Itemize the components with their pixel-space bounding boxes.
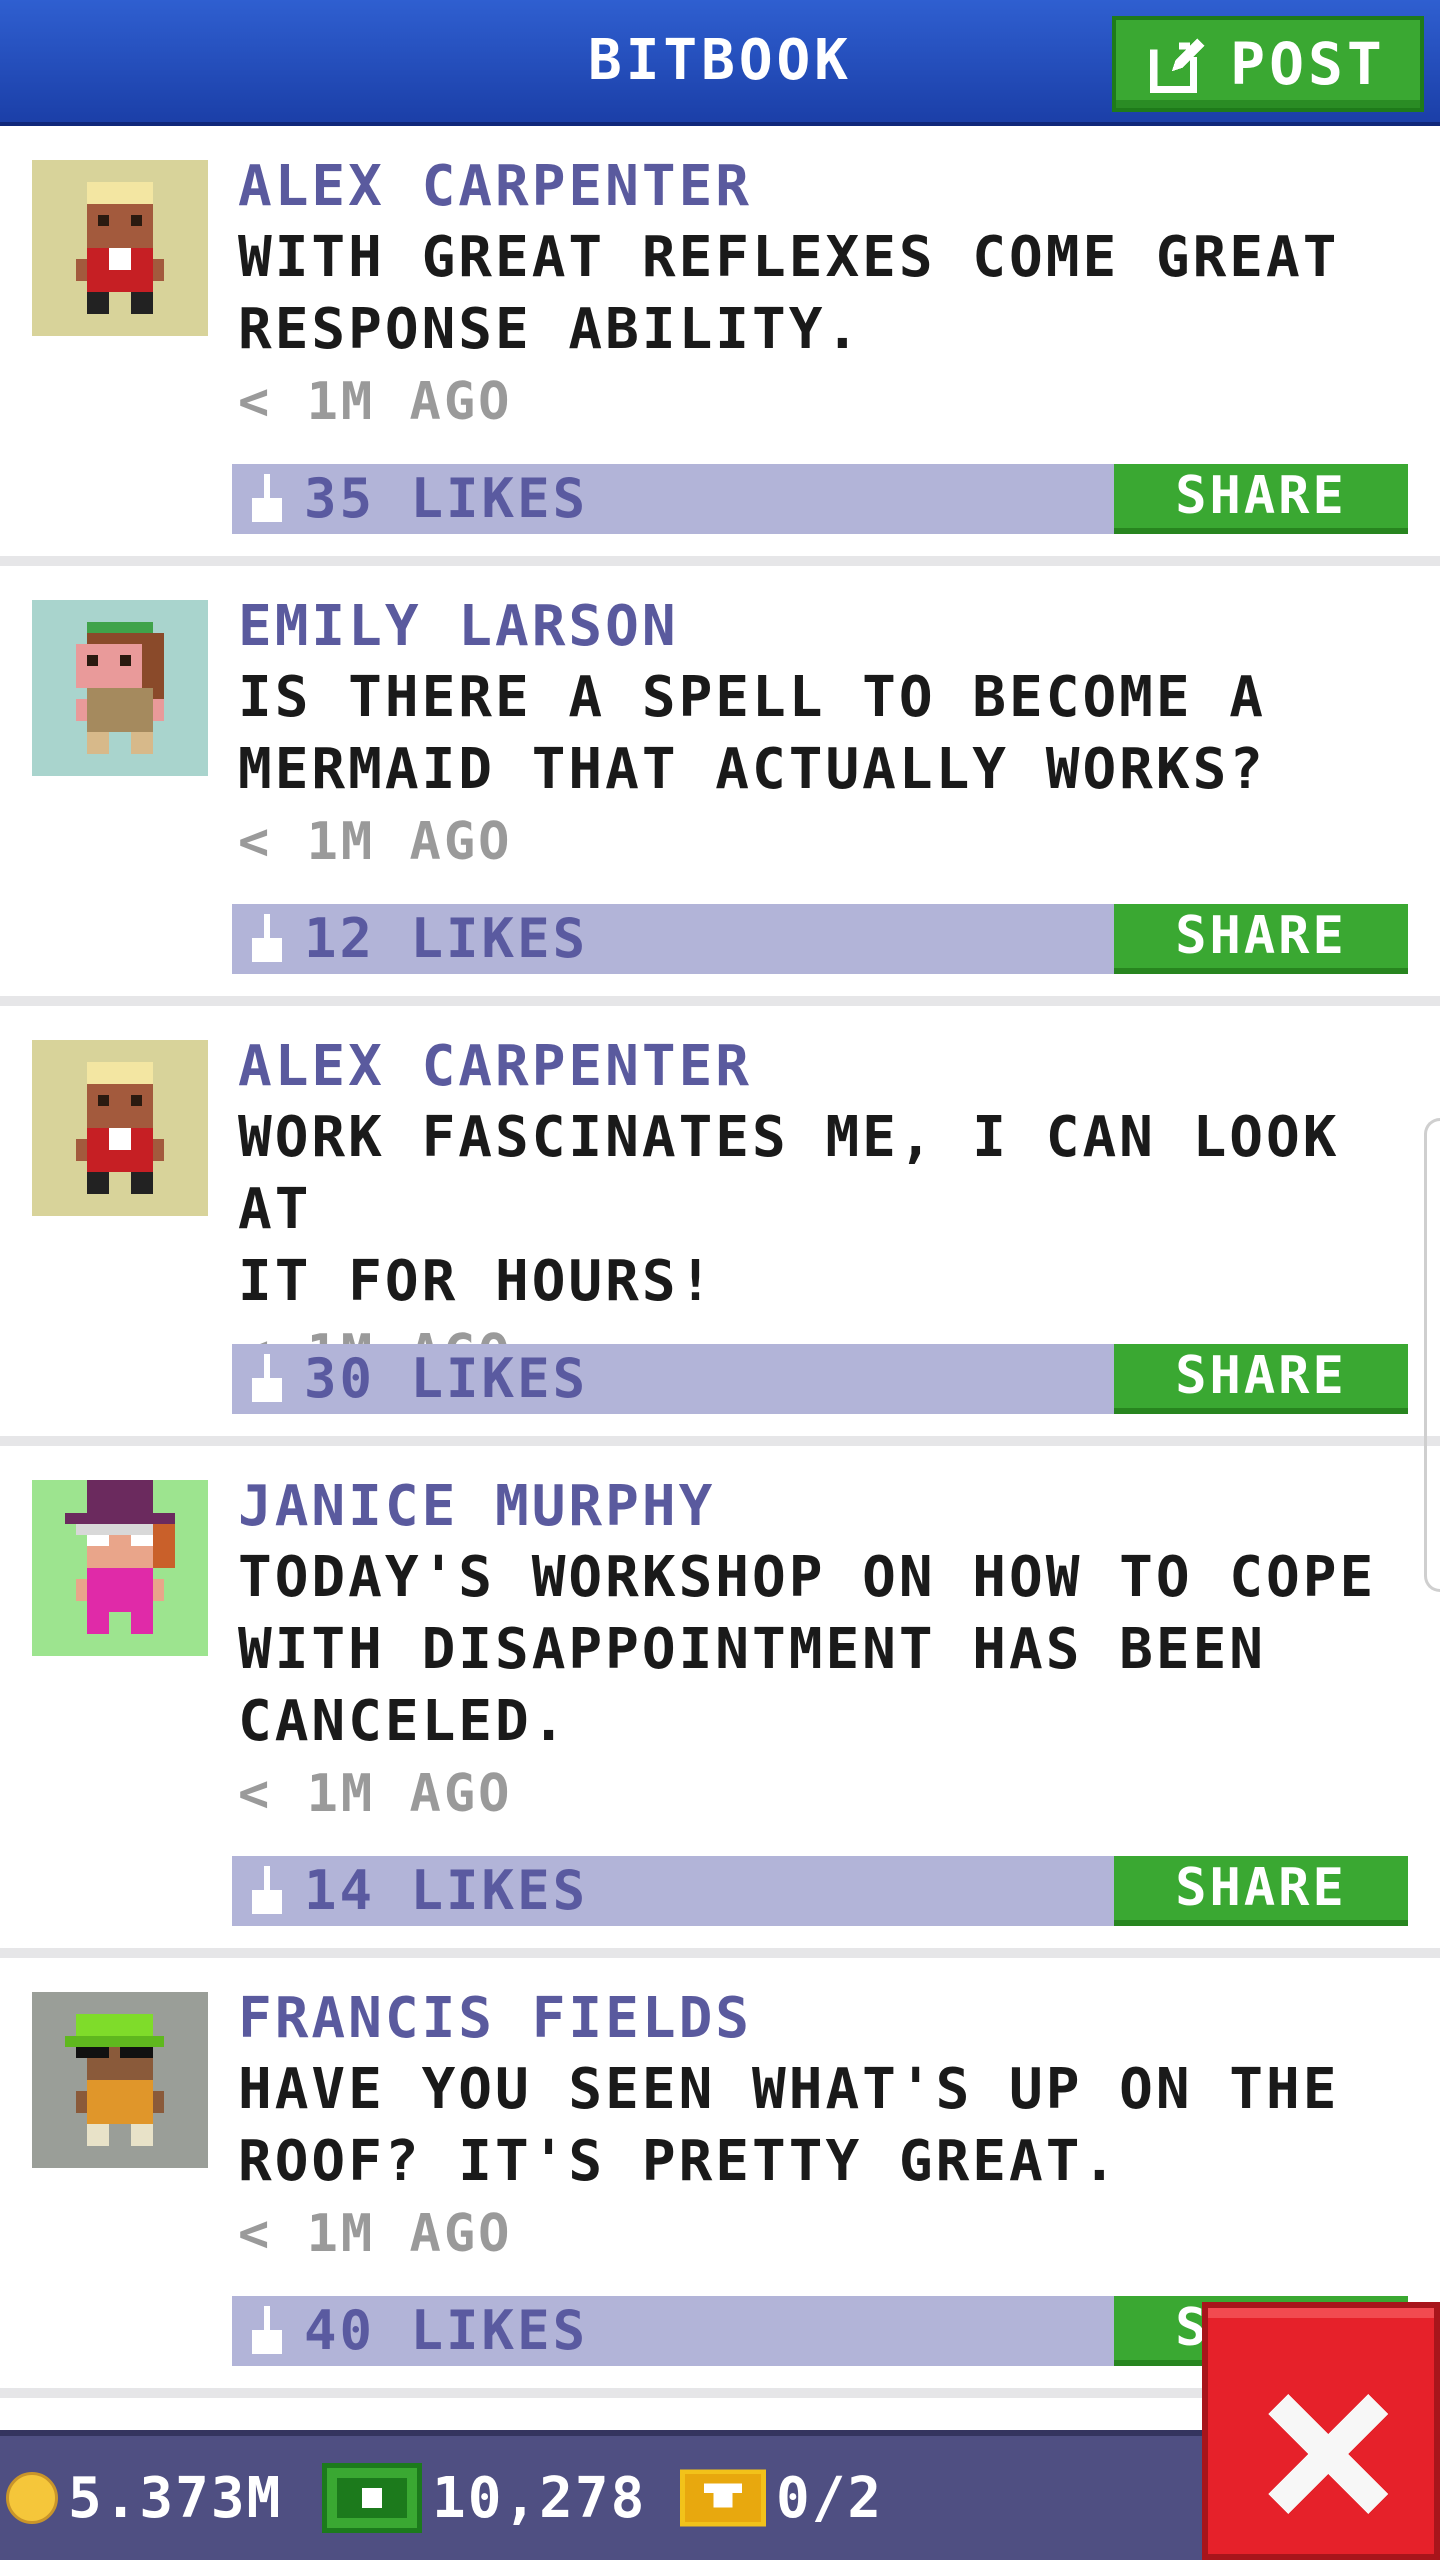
feed-list[interactable]: ALEX CARPENTER WITH GREAT REFLEXES COME … — [0, 126, 1440, 2398]
likes-count: 14 LIKES — [304, 1859, 589, 1922]
likes-count: 35 LIKES — [304, 467, 589, 530]
feed-post: ALEX CARPENTER WORK FASCINATES ME, I CAN… — [0, 1006, 1440, 1446]
post-text-line: WITH DISAPPOINTMENT HAS BEEN — [238, 1617, 1267, 1682]
feed-post: EMILY LARSON IS THERE A SPELL TO BECOME … — [0, 566, 1440, 1006]
post-button[interactable]: POST — [1112, 16, 1424, 112]
post-author[interactable]: FRANCIS FIELDS — [238, 1984, 1418, 2054]
post-text-line: ROOF? IT'S PRETTY GREAT. — [238, 2129, 1120, 2194]
post-text-line: RESPONSE ABILITY. — [238, 297, 863, 362]
post-timestamp: < 1M AGO — [238, 812, 513, 872]
avatar-alex-icon[interactable] — [32, 160, 208, 336]
scrollbar[interactable] — [1424, 1118, 1440, 1592]
post-timestamp: < 1M AGO — [238, 372, 513, 432]
compose-icon — [1150, 35, 1209, 93]
post-author[interactable]: JANICE MURPHY — [238, 1472, 1418, 1542]
bux-value: 10,278 — [432, 2465, 647, 2531]
likes-bar: 14 LIKES SHARE — [232, 1856, 1408, 1926]
avatar-alex-icon[interactable] — [32, 1040, 208, 1216]
coins-stat[interactable]: 5.373M — [6, 2436, 282, 2560]
post-timestamp: < 1M AGO — [238, 1764, 513, 1824]
post-author[interactable]: EMILY LARSON — [238, 592, 1418, 662]
share-button[interactable]: SHARE — [1114, 464, 1408, 534]
top-bar: BITBOOK POST — [0, 0, 1440, 126]
share-button[interactable]: SHARE — [1114, 904, 1408, 974]
likes-count: 40 LIKES — [304, 2299, 589, 2362]
post-text-line: HAVE YOU SEEN WHAT'S UP ON THE — [238, 2057, 1340, 2122]
post-text-line: WITH GREAT REFLEXES COME GREAT — [238, 225, 1340, 290]
bux-stat[interactable]: 10,278 — [322, 2436, 646, 2560]
post-text-line: IS THERE A SPELL TO BECOME A — [238, 665, 1267, 730]
post-author[interactable]: ALEX CARPENTER — [238, 1032, 1418, 1102]
avatar-emily-icon[interactable] — [32, 600, 208, 776]
thumbs-up-icon[interactable] — [246, 1354, 288, 1402]
share-button[interactable]: SHARE — [1114, 1856, 1408, 1926]
thumbs-up-icon[interactable] — [246, 914, 288, 962]
likes-bar: 30 LIKES SHARE — [232, 1344, 1408, 1414]
coin-icon — [6, 2472, 58, 2524]
ticket-icon — [680, 2469, 766, 2527]
likes-count: 30 LIKES — [304, 1347, 589, 1410]
close-button[interactable] — [1202, 2302, 1440, 2560]
tickets-value: 0/2 — [776, 2465, 884, 2531]
feed-post: ALEX CARPENTER WITH GREAT REFLEXES COME … — [0, 126, 1440, 566]
post-text-line: TODAY'S WORKSHOP ON HOW TO COPE — [238, 1545, 1377, 1610]
post-text-line: IT FOR HOURS! — [238, 1249, 716, 1314]
post-text-line: MERMAID THAT ACTUALLY WORKS? — [238, 737, 1267, 802]
avatar-janice-icon[interactable] — [32, 1480, 208, 1656]
post-author[interactable]: ALEX CARPENTER — [238, 152, 1418, 222]
share-button[interactable]: SHARE — [1114, 1344, 1408, 1414]
post-text-line: WORK FASCINATES ME, I CAN LOOK AT — [238, 1105, 1340, 1242]
thumbs-up-icon[interactable] — [246, 2306, 288, 2354]
tickets-stat[interactable]: 0/2 — [680, 2436, 883, 2560]
post-timestamp: < 1M AGO — [238, 2204, 513, 2264]
coins-value: 5.373M — [68, 2465, 283, 2531]
thumbs-up-icon[interactable] — [246, 474, 288, 522]
bux-icon — [322, 2463, 422, 2533]
post-text-line: CANCELED. — [238, 1689, 569, 1754]
likes-bar: 35 LIKES SHARE — [232, 464, 1408, 534]
feed-post: JANICE MURPHY TODAY'S WORKSHOP ON HOW TO… — [0, 1446, 1440, 1958]
post-button-label: POST — [1230, 30, 1386, 98]
close-icon — [1268, 2394, 1388, 2514]
thumbs-up-icon[interactable] — [246, 1866, 288, 1914]
likes-count: 12 LIKES — [304, 907, 589, 970]
likes-bar: 12 LIKES SHARE — [232, 904, 1408, 974]
avatar-francis-icon[interactable] — [32, 1992, 208, 2168]
